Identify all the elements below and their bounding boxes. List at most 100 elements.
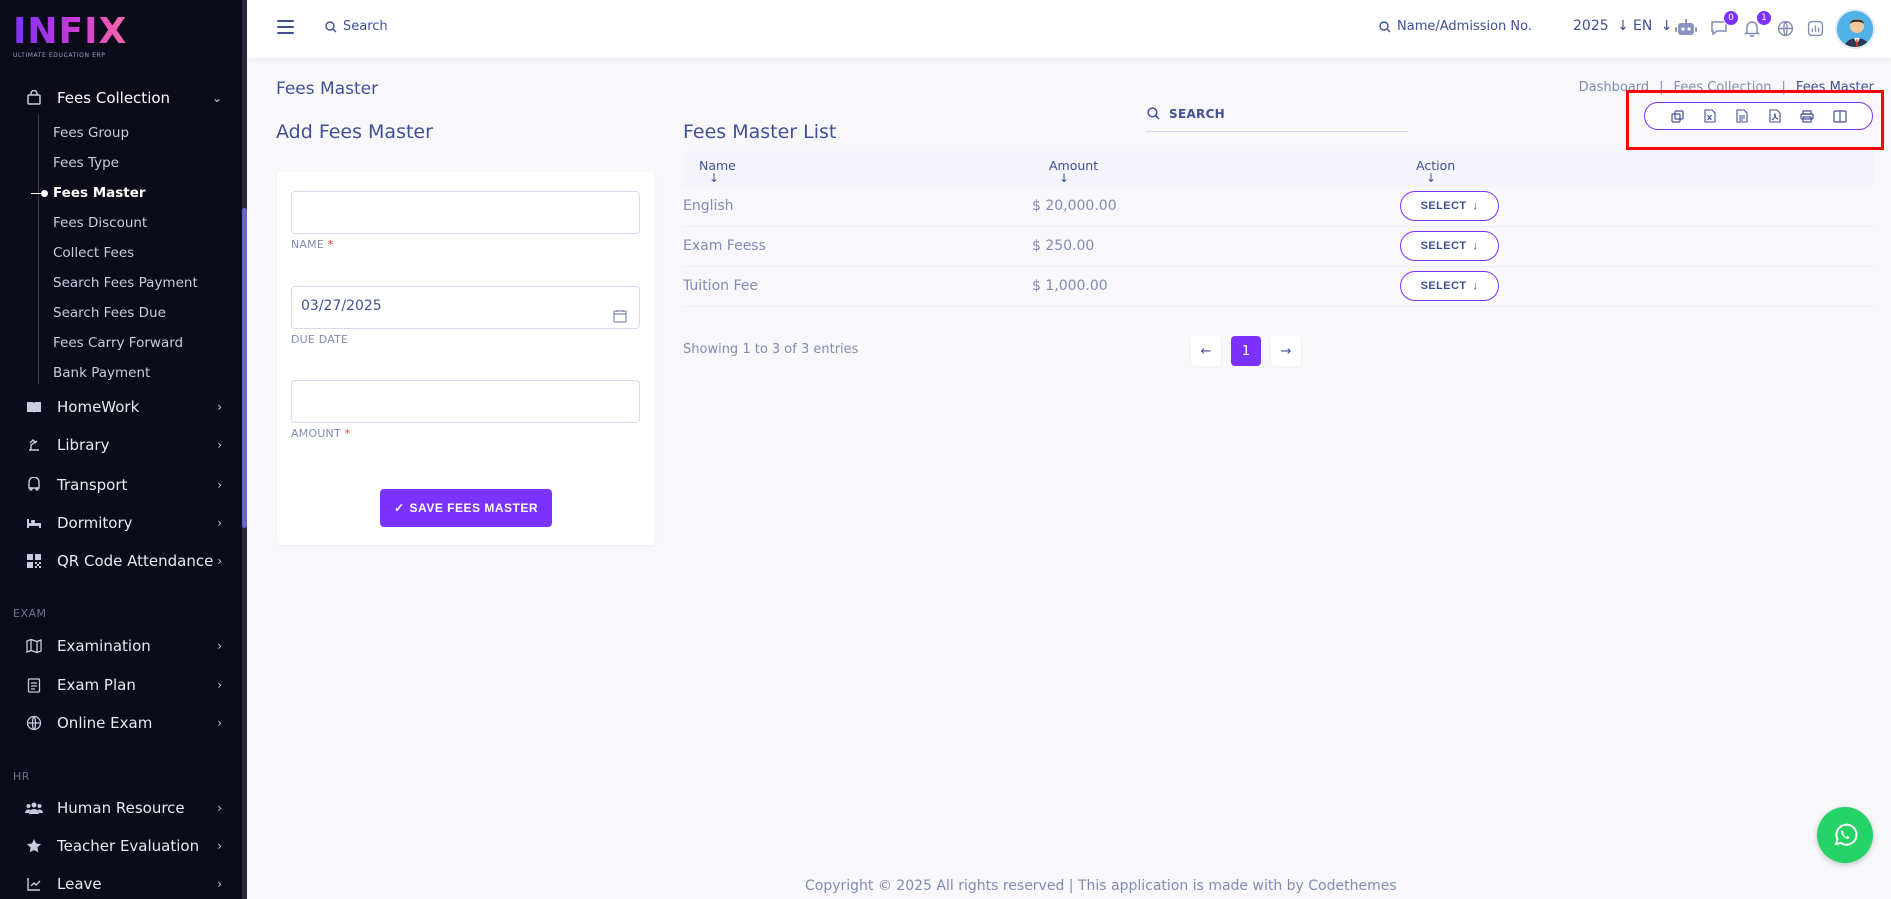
- required-mark: *: [327, 238, 334, 251]
- sidebar-item-label: Leave: [57, 875, 102, 893]
- chevron-right-icon: ›: [217, 801, 222, 815]
- sidebar-subitem-collect-fees[interactable]: Collect Fees: [53, 245, 134, 261]
- chevron-right-icon: ›: [217, 400, 222, 414]
- breadcrumb-dashboard[interactable]: Dashboard: [1579, 80, 1650, 95]
- map-icon: [25, 637, 43, 655]
- prev-page-button[interactable]: ←: [1191, 336, 1221, 366]
- sort-arrow-icon: ↓: [1426, 171, 1437, 185]
- chevron-right-icon: ›: [217, 478, 222, 492]
- chevron-right-icon: ›: [217, 678, 222, 692]
- chevron-right-icon: ›: [217, 516, 222, 530]
- due-date-input[interactable]: 03/27/2025: [291, 286, 640, 329]
- book-icon: [25, 398, 43, 416]
- arrow-down-icon: ↓: [1617, 18, 1629, 34]
- csv-icon[interactable]: [1734, 108, 1750, 124]
- stats-icon[interactable]: [1804, 17, 1826, 39]
- pdf-icon[interactable]: [1767, 108, 1783, 124]
- sidebar-item-teacher-evaluation[interactable]: Teacher Evaluation ›: [0, 829, 242, 863]
- print-icon[interactable]: [1799, 108, 1815, 124]
- submenu-line: [38, 114, 39, 384]
- whatsapp-button[interactable]: [1817, 807, 1873, 863]
- add-fees-master-form: NAME * 03/27/2025 DUE DATE AMOUNT * ✓ SA…: [277, 172, 655, 545]
- leave-icon: [25, 875, 43, 893]
- notifications-badge: 1: [1756, 10, 1772, 26]
- arrow-left-icon: ←: [1200, 343, 1212, 359]
- row-amount: $ 1,000.00: [1032, 278, 1108, 294]
- breadcrumb-separator: |: [1659, 80, 1664, 95]
- save-fees-master-button[interactable]: ✓ SAVE FEES MASTER: [380, 489, 552, 527]
- column-header-name[interactable]: Name ↓: [699, 158, 736, 185]
- sidebar-item-library[interactable]: Library ›: [0, 428, 242, 462]
- sidebar-item-human-resource[interactable]: Human Resource ›: [0, 791, 242, 825]
- page-number-button[interactable]: 1: [1231, 336, 1261, 366]
- bus-icon: [25, 476, 43, 494]
- messages-badge: 0: [1723, 10, 1739, 26]
- section-label-exam: EXAM: [13, 607, 47, 620]
- column-header-amount[interactable]: Amount ↓: [1049, 158, 1098, 185]
- menu-toggle-icon[interactable]: [277, 20, 294, 34]
- sidebar-subitem-search-fees-due[interactable]: Search Fees Due: [53, 305, 166, 321]
- sidebar-item-qr-code-attendance[interactable]: QR Code Attendance ›: [0, 544, 242, 578]
- breadcrumb-fees-collection[interactable]: Fees Collection: [1674, 80, 1772, 95]
- sort-arrow-icon: ↓: [709, 171, 720, 185]
- arrow-down-icon: ↓: [1472, 280, 1479, 292]
- sidebar-subitem-bank-payment[interactable]: Bank Payment: [53, 365, 150, 381]
- copy-icon[interactable]: [1669, 108, 1685, 124]
- notifications-icon[interactable]: 1: [1741, 10, 1772, 39]
- arrow-down-icon: ↓: [1472, 240, 1479, 252]
- sidebar-item-online-exam[interactable]: Online Exam ›: [0, 706, 242, 740]
- users-icon: [25, 799, 43, 817]
- name-input[interactable]: [291, 191, 640, 234]
- sidebar-item-label: Human Resource: [57, 799, 185, 817]
- breadcrumb-separator: |: [1781, 80, 1786, 95]
- sidebar-item-examination[interactable]: Examination ›: [0, 629, 242, 663]
- admission-search[interactable]: Name/Admission No.: [1379, 19, 1532, 34]
- entries-info: Showing 1 to 3 of 3 entries: [683, 342, 859, 357]
- sidebar-item-label: HomeWork: [57, 398, 140, 416]
- breadcrumb-fees-master: Fees Master: [1795, 80, 1874, 95]
- whatsapp-icon: [1834, 823, 1858, 846]
- sidebar-item-fees-collection[interactable]: Fees Collection ⌄: [0, 81, 242, 115]
- next-page-button[interactable]: →: [1271, 336, 1301, 366]
- amount-input[interactable]: [291, 380, 640, 423]
- sidebar-item-transport[interactable]: Transport ›: [0, 468, 242, 502]
- column-header-action[interactable]: Action ↓: [1416, 158, 1455, 185]
- select-action-button[interactable]: SELECT ↓: [1400, 271, 1499, 301]
- sidebar-item-leave[interactable]: Leave ›: [0, 867, 242, 899]
- due-date-value: 03/27/2025: [301, 298, 382, 314]
- language-selector[interactable]: EN ↓: [1633, 18, 1673, 34]
- sidebar-item-exam-plan[interactable]: Exam Plan ›: [0, 668, 242, 702]
- select-action-button[interactable]: SELECT ↓: [1400, 191, 1499, 221]
- sidebar-scrollbar-thumb[interactable]: [242, 208, 247, 528]
- bed-icon: [25, 514, 43, 532]
- excel-icon[interactable]: [1702, 108, 1718, 124]
- sidebar-subitem-fees-carry-forward[interactable]: Fees Carry Forward: [53, 335, 183, 351]
- footer-copyright: Copyright © 2025 All rights reserved | T…: [805, 878, 1397, 894]
- logo-text: INFIX: [13, 14, 133, 50]
- sidebar-item-label: Library: [57, 436, 110, 454]
- sidebar-item-dormitory[interactable]: Dormitory ›: [0, 506, 242, 540]
- name-label-text: NAME: [291, 238, 324, 251]
- header-search[interactable]: Search: [325, 19, 388, 34]
- columns-icon[interactable]: [1832, 108, 1848, 124]
- row-amount: $ 250.00: [1032, 238, 1095, 254]
- brand-logo[interactable]: INFIX ULTIMATE EDUCATION ERP: [13, 14, 133, 64]
- user-avatar[interactable]: [1835, 9, 1875, 49]
- globe-icon[interactable]: [1774, 17, 1796, 39]
- sidebar-subitem-fees-type[interactable]: Fees Type: [53, 155, 119, 171]
- calendar-icon[interactable]: [613, 309, 627, 323]
- sidebar-subitem-fees-master[interactable]: Fees Master: [53, 185, 146, 201]
- list-search-input[interactable]: SEARCH: [1146, 96, 1408, 132]
- sidebar-subitem-search-fees-payment[interactable]: Search Fees Payment: [53, 275, 198, 291]
- messages-icon[interactable]: 0: [1708, 10, 1739, 39]
- sidebar-item-label: Dormitory: [57, 514, 133, 532]
- due-date-label: DUE DATE: [291, 333, 349, 346]
- sidebar-subitem-fees-discount[interactable]: Fees Discount: [53, 215, 147, 231]
- sidebar-item-homework[interactable]: HomeWork ›: [0, 390, 242, 424]
- select-action-button[interactable]: SELECT ↓: [1400, 231, 1499, 261]
- header-search-placeholder: Search: [343, 19, 388, 34]
- sidebar-item-label: Transport: [57, 476, 128, 494]
- sidebar-subitem-fees-group[interactable]: Fees Group: [53, 125, 129, 141]
- chatbot-icon[interactable]: [1675, 17, 1697, 39]
- year-selector[interactable]: 2025 ↓: [1573, 18, 1629, 34]
